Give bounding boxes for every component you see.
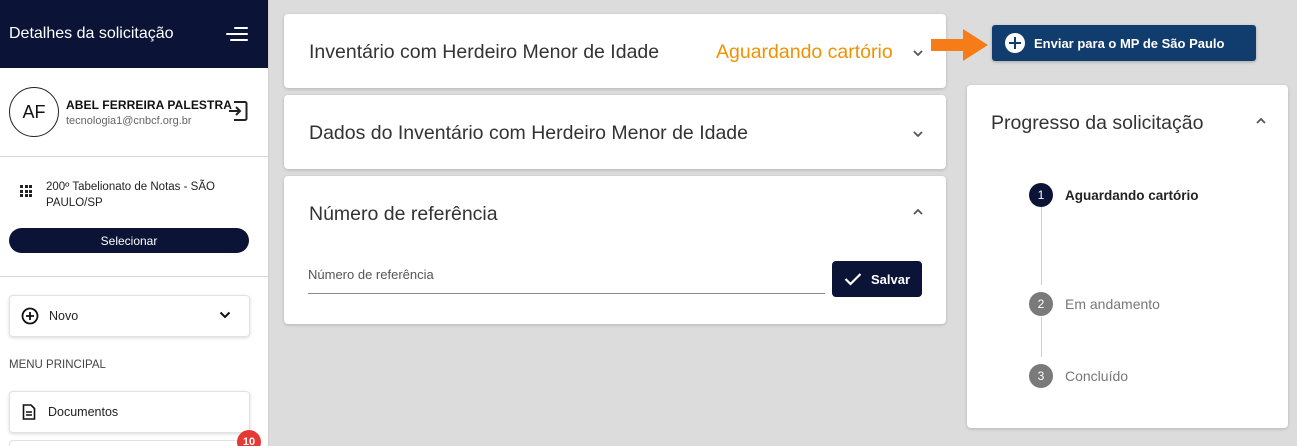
- sidebar-header: Detalhes da solicitação: [0, 0, 268, 68]
- grid-icon: [20, 185, 32, 197]
- novo-label: Novo: [49, 309, 79, 323]
- progress-title: Progresso da solicitação: [991, 112, 1204, 134]
- menu-icon[interactable]: [226, 26, 248, 42]
- sidebar-item[interactable]: [9, 440, 250, 446]
- check-icon: [844, 273, 862, 286]
- step-connector: [1041, 317, 1042, 357]
- document-icon: [22, 404, 36, 420]
- arrow-right-icon: [931, 29, 988, 61]
- office-section: 200º Tabelionato de Notas - SÃO PAULO/SP…: [0, 157, 268, 277]
- step-label: Em andamento: [1065, 296, 1160, 312]
- progress-step: 2 Em andamento: [1029, 292, 1160, 316]
- step-label: Aguardando cartório: [1065, 187, 1199, 203]
- save-button[interactable]: Salvar: [832, 261, 922, 297]
- progress-card: Progresso da solicitação 1 Aguardando ca…: [967, 85, 1288, 428]
- user-name: ABEL FERREIRA PALESTRA: [66, 97, 232, 112]
- select-office-button[interactable]: Selecionar: [9, 228, 249, 253]
- progress-step: 1 Aguardando cartório: [1029, 183, 1199, 207]
- sidebar: Detalhes da solicitação AF ABEL FERREIRA…: [0, 0, 269, 446]
- chevron-up-icon[interactable]: [1255, 115, 1267, 127]
- inventory-title: Inventário com Herdeiro Menor de Idade: [309, 41, 660, 63]
- send-to-mp-button[interactable]: Enviar para o MP de São Paulo: [992, 25, 1256, 61]
- chevron-down-icon[interactable]: [912, 47, 924, 59]
- logout-icon[interactable]: [228, 100, 248, 122]
- save-label: Salvar: [870, 271, 911, 287]
- step-number: 2: [1029, 292, 1053, 316]
- reference-card: Número de referência Salvar: [284, 176, 946, 324]
- reference-title: Número de referência: [309, 203, 498, 225]
- progress-step: 3 Concluído: [1029, 364, 1128, 388]
- inventory-data-card[interactable]: Dados do Inventário com Herdeiro Menor d…: [284, 95, 946, 169]
- step-number: 3: [1029, 364, 1053, 388]
- reference-input[interactable]: [308, 262, 825, 294]
- novo-dropdown[interactable]: Novo: [9, 295, 250, 337]
- inventory-data-title: Dados do Inventário com Herdeiro Menor d…: [309, 122, 748, 144]
- chevron-down-icon[interactable]: [912, 128, 924, 140]
- send-button-label: Enviar para o MP de São Paulo: [1034, 35, 1225, 51]
- status-badge: Aguardando cartório: [716, 41, 893, 63]
- chevron-down-icon: [219, 311, 231, 319]
- menu-section-title: MENU PRINCIPAL: [9, 359, 106, 371]
- plus-circle-icon: [1005, 33, 1025, 53]
- plus-circle-icon: [21, 307, 39, 325]
- inventory-card[interactable]: Inventário com Herdeiro Menor de Idade A…: [284, 14, 946, 88]
- office-name: 200º Tabelionato de Notas - SÃO PAULO/SP: [46, 181, 215, 209]
- step-label: Concluído: [1065, 368, 1129, 384]
- sidebar-item-label: Documentos: [48, 405, 119, 419]
- step-number: 1: [1029, 183, 1053, 207]
- avatar: AF: [9, 87, 59, 137]
- chevron-up-icon[interactable]: [912, 206, 924, 218]
- user-email: tecnologia1@cnbcf.org.br: [66, 114, 192, 127]
- user-profile: AF ABEL FERREIRA PALESTRA tecnologia1@cn…: [0, 68, 268, 157]
- sidebar-title: Detalhes da solicitação: [9, 25, 174, 42]
- sidebar-item-documentos[interactable]: Documentos: [9, 391, 250, 433]
- step-connector: [1041, 207, 1042, 285]
